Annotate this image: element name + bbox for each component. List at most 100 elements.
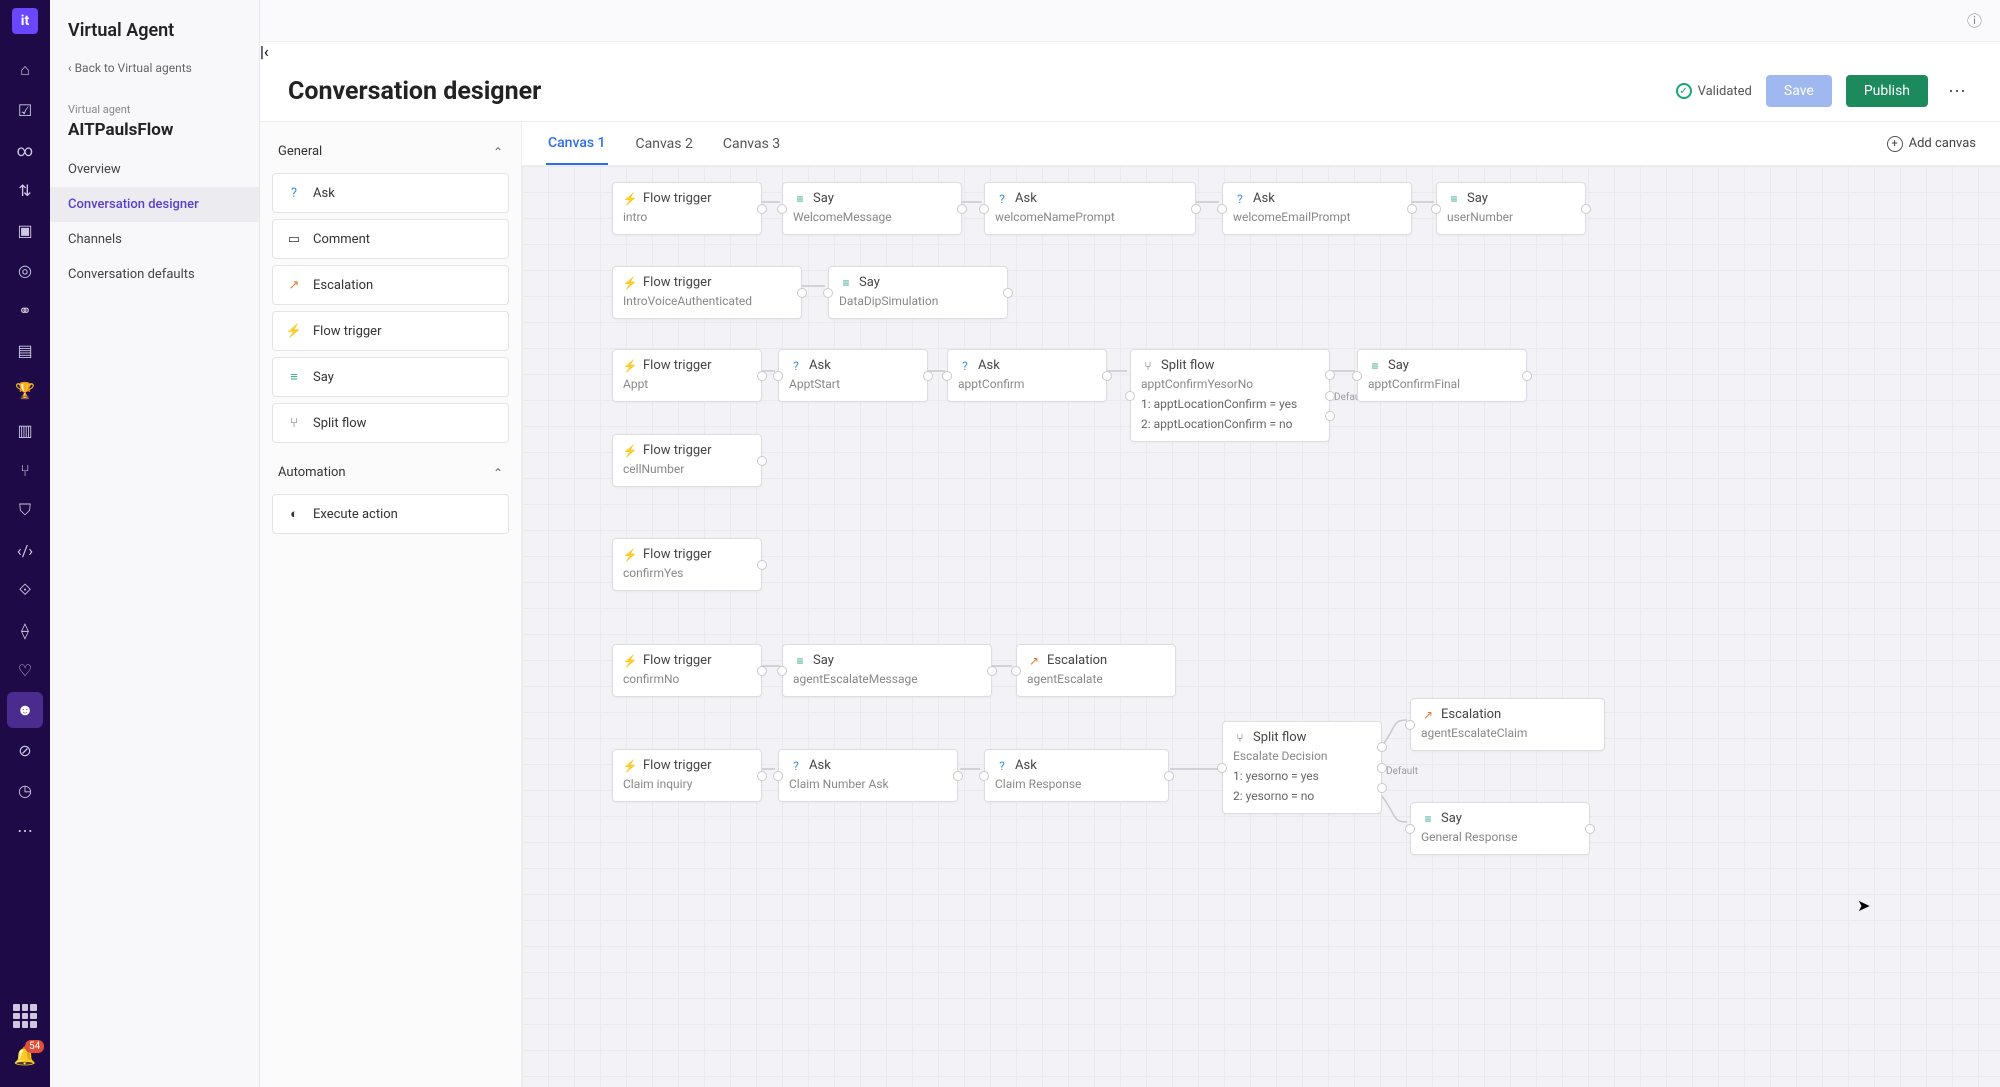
node-ask-claimresponse[interactable]: ?Ask Claim Response <box>984 749 1169 802</box>
port-out[interactable] <box>987 666 997 676</box>
nav-item-conversation-designer[interactable]: Conversation designer <box>50 187 259 222</box>
rail-target-icon[interactable]: ◎ <box>7 252 43 288</box>
port-in[interactable] <box>1352 371 1362 381</box>
palette-item-ask[interactable]: ? Ask <box>272 173 509 213</box>
node-say-agentescalate[interactable]: ≡Say agentEscalateMessage <box>782 644 992 697</box>
port-out[interactable] <box>757 204 767 214</box>
nav-item-channels[interactable]: Channels <box>50 222 259 257</box>
palette-item-flow-trigger[interactable]: ⚡ Flow trigger <box>272 311 509 351</box>
nav-item-overview[interactable]: Overview <box>50 152 259 187</box>
add-canvas-button[interactable]: + Add canvas <box>1887 136 1976 152</box>
port-out[interactable] <box>757 371 767 381</box>
port-out[interactable] <box>757 560 767 570</box>
node-trigger-confirmyes[interactable]: ⚡Flow trigger confirmYes <box>612 538 762 591</box>
rail-more-icon[interactable]: ⋯ <box>7 812 43 848</box>
port-out[interactable] <box>1581 204 1591 214</box>
rail-heart-icon[interactable]: ♡ <box>7 652 43 688</box>
node-ask-claimnumber[interactable]: ?Ask Claim Number Ask <box>778 749 958 802</box>
port-out[interactable] <box>923 371 933 381</box>
nav-item-conversation-defaults[interactable]: Conversation defaults <box>50 257 259 292</box>
palette-group-general[interactable]: General ⌃ <box>272 136 509 167</box>
port-in[interactable] <box>1011 666 1021 676</box>
port-out[interactable] <box>757 771 767 781</box>
port-out[interactable] <box>797 288 807 298</box>
port-out[interactable] <box>1102 371 1112 381</box>
rail-analytics-icon[interactable]: ⇅ <box>7 172 43 208</box>
port-in[interactable] <box>1431 204 1441 214</box>
node-say-general[interactable]: ≡Say General Response <box>1410 802 1590 855</box>
port-out-1[interactable] <box>1325 370 1335 380</box>
save-button[interactable]: Save <box>1766 75 1832 107</box>
port-out[interactable] <box>1522 371 1532 381</box>
port-out[interactable] <box>1003 288 1013 298</box>
port-in[interactable] <box>1125 391 1135 401</box>
palette-item-comment[interactable]: ▭ Comment <box>272 219 509 259</box>
port-out-2[interactable] <box>1377 783 1387 793</box>
rail-puzzle-icon[interactable]: ⟐ <box>7 572 43 608</box>
port-out[interactable] <box>757 666 767 676</box>
palette-group-automation[interactable]: Automation ⌃ <box>272 457 509 488</box>
help-icon[interactable]: ⓘ <box>1967 10 1982 31</box>
node-say-welcome[interactable]: ≡Say WelcomeMessage <box>782 182 962 235</box>
rail-clipboard-icon[interactable]: ▤ <box>7 332 43 368</box>
tab-canvas-2[interactable]: Canvas 2 <box>634 124 695 164</box>
palette-item-split-flow[interactable]: ⑂ Split flow <box>272 403 509 443</box>
rail-code-icon[interactable]: ‹/› <box>7 532 43 568</box>
port-in[interactable] <box>1217 204 1227 214</box>
port-in[interactable] <box>773 771 783 781</box>
node-split-apptconfirm[interactable]: ⑂Split flow apptConfirmYesorNo 1: apptLo… <box>1130 349 1330 442</box>
port-in[interactable] <box>1405 824 1415 834</box>
rail-book-icon[interactable]: ▥ <box>7 412 43 448</box>
port-out-2[interactable] <box>1325 411 1335 421</box>
rail-globe-icon[interactable]: ⊘ <box>7 732 43 768</box>
node-trigger-voice[interactable]: ⚡Flow trigger IntroVoiceAuthenticated <box>612 266 802 319</box>
port-out[interactable] <box>1191 204 1201 214</box>
publish-button[interactable]: Publish <box>1846 75 1928 107</box>
port-in[interactable] <box>1217 763 1227 773</box>
node-ask-apptstart[interactable]: ?Ask ApptStart <box>778 349 928 402</box>
port-out[interactable] <box>1585 824 1595 834</box>
palette-item-escalation[interactable]: ↗ Escalation <box>272 265 509 305</box>
node-say-usernumber[interactable]: ≡Say userNumber <box>1436 182 1586 235</box>
rail-reports-icon[interactable]: ▣ <box>7 212 43 248</box>
palette-item-say[interactable]: ≡ Say <box>272 357 509 397</box>
rail-apps-grid-icon[interactable] <box>13 1004 37 1028</box>
node-ask-email[interactable]: ?Ask welcomeEmailPrompt <box>1222 182 1412 235</box>
node-trigger-appt[interactable]: ⚡Flow trigger Appt <box>612 349 762 402</box>
port-in[interactable] <box>1405 720 1415 730</box>
port-in[interactable] <box>979 204 989 214</box>
node-trigger-confirmno[interactable]: ⚡Flow trigger confirmNo <box>612 644 762 697</box>
node-escalation-claim[interactable]: ↗Escalation agentEscalateClaim <box>1410 698 1605 751</box>
node-split-escalate[interactable]: ⑂Split flow Escalate Decision 1: yesorno… <box>1222 721 1382 814</box>
port-out-1[interactable] <box>1377 742 1387 752</box>
port-in[interactable] <box>942 371 952 381</box>
palette-item-execute-action[interactable]: ◐ Execute action <box>272 494 509 534</box>
port-in[interactable] <box>979 771 989 781</box>
port-in[interactable] <box>823 288 833 298</box>
tab-canvas-1[interactable]: Canvas 1 <box>546 123 608 165</box>
rail-people-icon[interactable]: ⚭ <box>7 292 43 328</box>
port-out[interactable] <box>953 771 963 781</box>
rail-branch-icon[interactable]: ⑂ <box>7 452 43 488</box>
port-out[interactable] <box>1407 204 1417 214</box>
tab-canvas-3[interactable]: Canvas 3 <box>721 124 782 164</box>
port-out[interactable] <box>1164 771 1174 781</box>
rail-chat-icon[interactable]: ☻ <box>7 692 43 728</box>
node-say-apptfinal[interactable]: ≡Say apptConfirmFinal <box>1357 349 1527 402</box>
node-trigger-cellnumber[interactable]: ⚡Flow trigger cellNumber <box>612 434 762 487</box>
more-menu-button[interactable]: ⋯ <box>1942 76 1972 106</box>
rail-trophy-icon[interactable]: 🏆 <box>7 372 43 408</box>
rail-link-icon[interactable]: ∞ <box>7 132 43 168</box>
rail-compass-icon[interactable]: ◷ <box>7 772 43 808</box>
node-ask-apptconfirm[interactable]: ?Ask apptConfirm <box>947 349 1107 402</box>
node-say-datadip[interactable]: ≡Say DataDipSimulation <box>828 266 1008 319</box>
port-in[interactable] <box>773 371 783 381</box>
back-link[interactable]: ‹ Back to Virtual agents <box>50 51 259 85</box>
port-out[interactable] <box>957 204 967 214</box>
port-in[interactable] <box>777 204 787 214</box>
rail-checklist-icon[interactable]: ☑ <box>7 92 43 128</box>
node-flow-trigger-intro[interactable]: ⚡Flow trigger intro <box>612 182 762 235</box>
rail-notifications-icon[interactable]: 🔔54 <box>14 1046 36 1067</box>
rail-shield-icon[interactable]: ⛉ <box>7 492 43 528</box>
rail-home-icon[interactable]: ⌂ <box>7 52 43 88</box>
